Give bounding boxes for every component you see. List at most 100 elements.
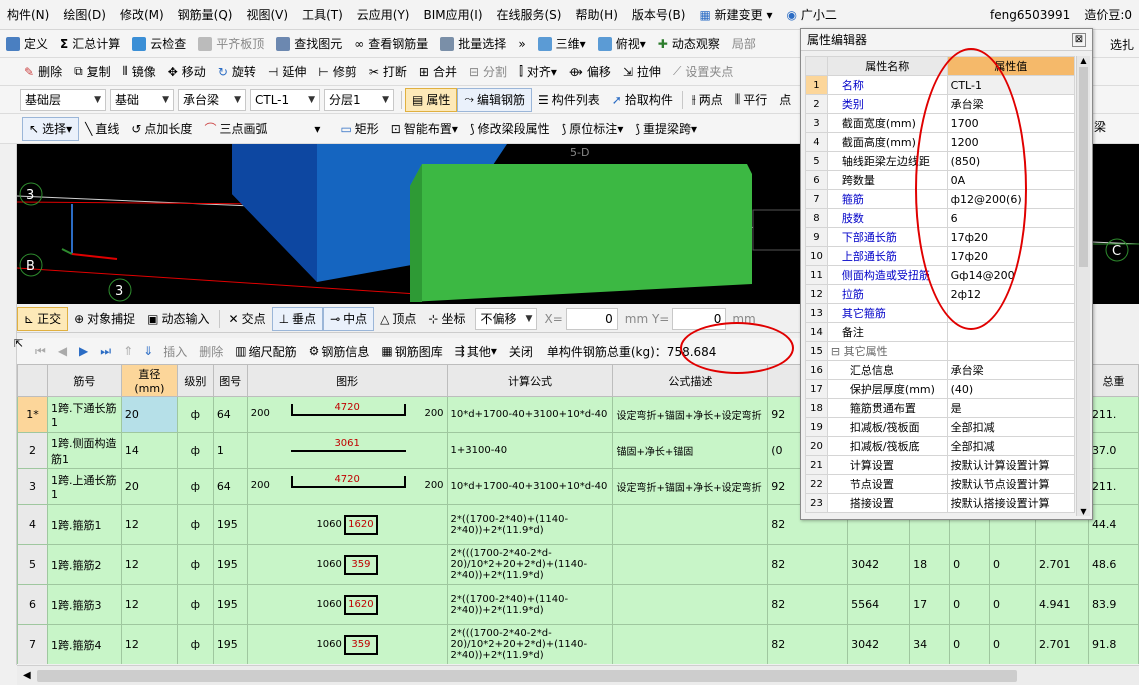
grade-cell[interactable]: ф xyxy=(176,544,214,585)
shape-cell[interactable]: 200 4720 200 xyxy=(246,396,448,433)
coordinate-snap[interactable]: ⊹ 坐标 xyxy=(422,307,471,331)
horizontal-scrollbar[interactable]: ◀ xyxy=(17,665,1139,685)
view-rebar-button[interactable]: ∞ 查看钢筋量 xyxy=(348,32,434,56)
scroll-thumb[interactable] xyxy=(1079,67,1088,267)
description-cell[interactable]: 锚固+净长+锚固 xyxy=(612,432,769,469)
property-row[interactable]: 22 节点设置 按默认节点设置计算 xyxy=(805,474,1075,494)
diameter-cell[interactable]: 12 xyxy=(120,624,178,664)
description-cell[interactable] xyxy=(612,624,769,664)
diameter-cell[interactable]: 20 xyxy=(120,396,178,433)
property-row[interactable]: 17 保护层厚度(mm) (40) xyxy=(805,379,1075,399)
property-row[interactable]: 15 ⊟ 其它属性 xyxy=(805,341,1075,361)
rebar-name[interactable]: 1跨.箍筋2 xyxy=(46,544,122,585)
next-icon[interactable]: ▶ xyxy=(79,344,88,358)
total-weight-cell[interactable]: 48.6 xyxy=(1087,544,1139,585)
rebar-name[interactable]: 1跨.箍筋4 xyxy=(46,624,122,664)
menu-component[interactable]: 构件(N) xyxy=(0,0,56,30)
formula-cell[interactable]: 2*(((1700-2*40-2*d-20)/10*2+20+2*d)+(114… xyxy=(446,624,614,664)
row-number[interactable]: 6 xyxy=(17,584,48,625)
beam-tool-label[interactable]: 梁 xyxy=(1094,118,1106,135)
figure-number[interactable]: 1 xyxy=(212,432,248,469)
count-cell[interactable]: 17 xyxy=(909,584,951,625)
properties-button[interactable]: ▤ 属性 xyxy=(405,87,458,112)
shape-cell[interactable]: 1060 1620 xyxy=(246,504,448,545)
select-button[interactable]: ↖ 选择 ▾ xyxy=(22,116,80,141)
other-button[interactable]: ⇶ 其他 ▾ xyxy=(449,339,503,363)
point-length-button[interactable]: ↺ 点加长度 xyxy=(125,117,198,141)
stretch-button[interactable]: ⇲ 拉伸 xyxy=(617,60,667,84)
scroll-up-icon[interactable]: ▲ xyxy=(1077,56,1090,65)
rebar-name[interactable]: 1跨.箍筋1 xyxy=(46,504,122,545)
diameter-cell[interactable]: 14 xyxy=(120,432,178,469)
figure-number[interactable]: 195 xyxy=(212,624,248,664)
description-cell[interactable] xyxy=(612,504,769,545)
property-row[interactable]: 14 备注 xyxy=(805,322,1075,342)
figure-number[interactable]: 195 xyxy=(212,584,248,625)
spare-cell[interactable]: 0 xyxy=(949,584,991,625)
property-value[interactable] xyxy=(946,341,1075,361)
figure-number[interactable]: 195 xyxy=(212,504,248,545)
category-select[interactable]: 基础 ▼ xyxy=(110,88,174,111)
formula-cell[interactable]: 2*(((1700-2*40-2*d-20)/10*2+20+2*d)+(114… xyxy=(446,544,614,585)
split-button[interactable]: ⊟ 分割 xyxy=(463,60,513,84)
property-row[interactable]: 16 汇总信息 承台梁 xyxy=(805,360,1075,380)
in-place-annotation-button[interactable]: ⟆ 原位标注 ▾ xyxy=(556,117,630,141)
rebar-name[interactable]: 1跨.上通长筋1 xyxy=(46,468,122,505)
first-icon[interactable]: ⏮ xyxy=(35,344,46,359)
menu-modify[interactable]: 修改(M) xyxy=(113,0,171,30)
description-cell[interactable]: 设定弯折+锚固+净长+设定弯折 xyxy=(612,468,769,505)
figure-number[interactable]: 64 xyxy=(212,396,248,433)
bend-cell[interactable]: 82 xyxy=(767,544,849,585)
shape-cell[interactable]: 1060 1620 xyxy=(246,584,448,625)
description-cell[interactable] xyxy=(612,544,769,585)
bend-cell[interactable]: 82 xyxy=(767,584,849,625)
top-view-button[interactable]: 俯视 ▾ xyxy=(592,32,652,56)
formula-cell[interactable]: 10*d+1700-40+3100+10*d-40 xyxy=(446,396,614,433)
menu-assistant[interactable]: ◉ 广小二 xyxy=(780,0,844,30)
total-weight-cell[interactable]: 83.9 xyxy=(1087,584,1139,625)
mirror-button[interactable]: ⫴ 镜像 xyxy=(117,60,162,84)
description-cell[interactable] xyxy=(612,584,769,625)
total-weight-cell[interactable]: 44.4 xyxy=(1087,504,1139,545)
total-weight-cell[interactable]: 211. xyxy=(1087,468,1139,505)
figure-number[interactable]: 195 xyxy=(212,544,248,585)
grade-cell[interactable]: ф xyxy=(176,504,214,545)
two-points-button[interactable]: ⫲ 两点 xyxy=(686,88,729,112)
rotate-button[interactable]: ↻ 旋转 xyxy=(212,60,262,84)
grade-cell[interactable]: ф xyxy=(176,432,214,469)
shape-cell[interactable]: 1060 359 xyxy=(246,624,448,664)
perpendicular-snap[interactable]: ⊥ 垂点 xyxy=(271,306,324,331)
object-snap-toggle[interactable]: ⊕ 对象捕捉 xyxy=(68,307,141,331)
shape-cell[interactable]: 3061 xyxy=(246,432,448,469)
three-point-arc-button[interactable]: ⌒ 三点画弧 ▾ xyxy=(198,117,326,141)
trim-button[interactable]: ⊢ 修剪 xyxy=(312,60,362,84)
total-weight-cell[interactable]: 37.0 xyxy=(1087,432,1139,469)
property-value[interactable]: 全部扣减 xyxy=(946,436,1075,456)
total-weight-cell[interactable]: 211. xyxy=(1087,396,1139,433)
spare-cell[interactable]: 0 xyxy=(989,624,1036,664)
menu-bim[interactable]: BIM应用(I) xyxy=(416,0,489,30)
spare-cell[interactable]: 0 xyxy=(989,584,1036,625)
rebar-name[interactable]: 1跨.下通长筋1 xyxy=(46,396,122,433)
property-row[interactable]: 18 箍筋贯通布置是 xyxy=(805,398,1075,418)
find-element-button[interactable]: 查找图元 xyxy=(270,32,348,56)
menu-draw[interactable]: 绘图(D) xyxy=(56,0,113,30)
parallel-button[interactable]: ⫼ 平行 xyxy=(729,88,774,112)
select-tool-label[interactable]: 选扎 xyxy=(1110,36,1134,53)
close-icon[interactable]: ⊠ xyxy=(1072,32,1086,47)
figure-number[interactable]: 64 xyxy=(212,468,248,505)
intersection-snap[interactable]: ✕ 交点 xyxy=(223,307,272,331)
row-number[interactable]: 2 xyxy=(17,432,48,469)
component-select[interactable]: CTL-1 ▼ xyxy=(250,88,320,111)
property-value[interactable]: 按默认节点设置计算 xyxy=(946,474,1075,494)
grade-cell[interactable]: ф xyxy=(176,468,214,505)
move-button[interactable]: ✥ 移动 xyxy=(162,60,212,84)
x-input[interactable]: 0 xyxy=(565,307,618,330)
count-cell[interactable]: 34 xyxy=(909,624,951,664)
align-slab-top-button[interactable]: 平齐板顶 xyxy=(192,32,270,56)
local-button[interactable]: 局部 xyxy=(726,32,762,56)
move-down-icon[interactable]: ⇓ xyxy=(143,344,153,358)
menu-new-change[interactable]: ▦ 新建变更 ▾ xyxy=(692,0,779,30)
description-cell[interactable]: 设定弯折+锚固+净长+设定弯折 xyxy=(612,396,769,433)
shape-cell[interactable]: 200 4720 200 xyxy=(246,468,448,505)
